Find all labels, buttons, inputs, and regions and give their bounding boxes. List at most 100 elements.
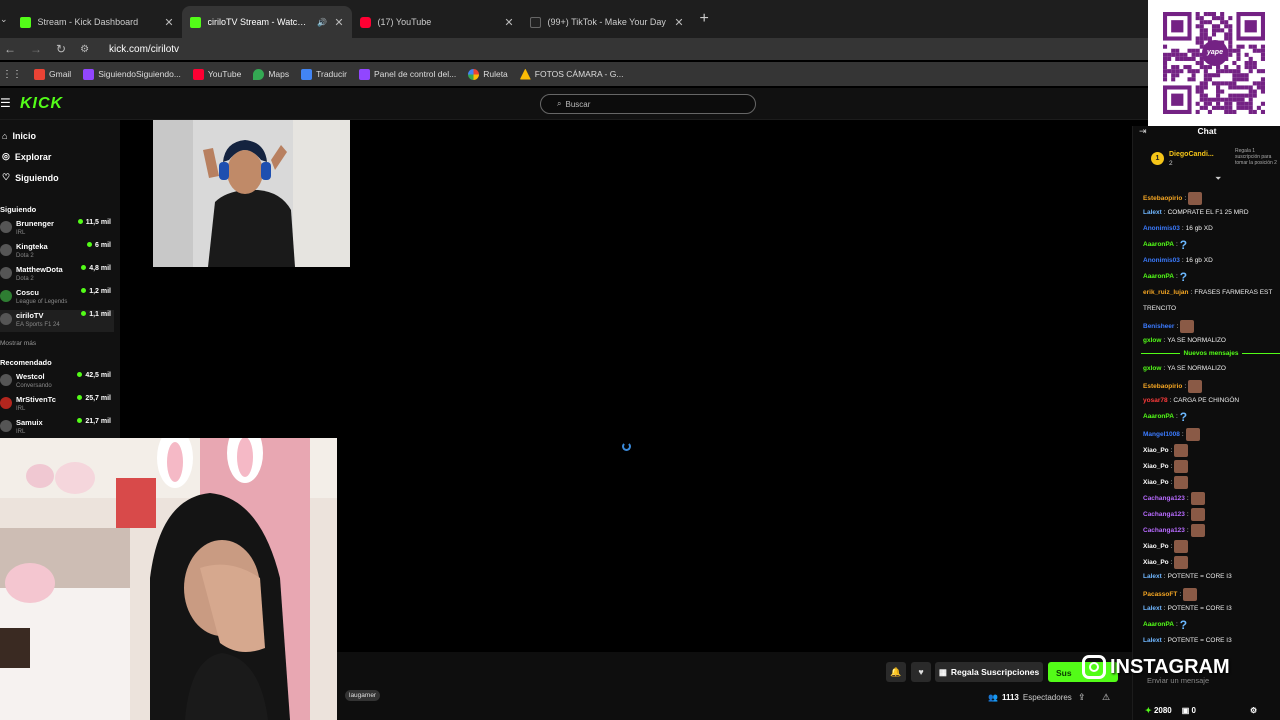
channel-matthewdota[interactable]: MatthewDota Dota 2 4,8 mil [0, 264, 114, 286]
audio-playing-icon[interactable]: 🔊 [317, 18, 327, 27]
chat-username[interactable]: Cachanga123 [1143, 510, 1185, 520]
other-display[interactable]: ▣ 0 [1182, 706, 1196, 715]
chat-username[interactable]: AaaronPA [1143, 412, 1174, 422]
chat-username[interactable]: Estebaopirio [1143, 194, 1182, 204]
apps-grid-icon[interactable]: ⋮⋮ [2, 69, 22, 80]
channel-westcol[interactable]: Westcol Conversando 42,5 mil [0, 371, 114, 393]
report-warning-icon[interactable]: ⚠ [1102, 692, 1110, 703]
gift-subs-button[interactable]: ▦ Regala Suscripciones [935, 662, 1043, 682]
close-tab-icon[interactable]: ✕ [674, 16, 683, 29]
chat-username[interactable]: AaaronPA [1143, 272, 1174, 282]
hamburger-menu-icon[interactable]: ☰ [0, 96, 11, 110]
chat-username[interactable]: gxlow [1143, 364, 1161, 374]
close-tab-icon[interactable]: ✕ [334, 16, 343, 29]
chat-username[interactable]: Xiao_Po [1143, 478, 1169, 488]
bookmark-gmail[interactable]: Gmail [34, 68, 71, 80]
chat-username[interactable]: Lalext [1143, 636, 1162, 646]
bookmark-maps[interactable]: Maps [253, 68, 289, 80]
tab-kick-dashboard[interactable]: Stream - Kick Dashboard ✕ [12, 6, 182, 38]
bookmark-ruleta[interactable]: Ruleta [468, 68, 508, 80]
stream-tag[interactable]: laugamer [345, 690, 381, 701]
nav-siguiendo[interactable]: ♡ Siguiendo [2, 172, 59, 183]
channel-brunenger[interactable]: Brunenger IRL 11,5 mil [0, 218, 114, 240]
chat-username[interactable]: Estebaopirio [1143, 382, 1182, 392]
qr-module [1175, 65, 1180, 70]
search-input[interactable]: ⌕ Buscar [540, 94, 756, 114]
close-tab-icon[interactable]: ✕ [164, 16, 173, 29]
nav-explorar[interactable]: ◎ Explorar [2, 151, 51, 162]
chat-colon: : [1169, 397, 1172, 404]
chat-username[interactable]: Benisheer [1143, 322, 1174, 332]
qr-module [1199, 16, 1204, 21]
compass-icon: ◎ [2, 151, 10, 161]
bookmark-traducir[interactable]: Traducir [301, 68, 347, 80]
site-info-icon[interactable]: ⚙ [80, 44, 89, 55]
bookmark-fotos[interactable]: FOTOS CÁMARA - G... [519, 68, 623, 80]
chat-username[interactable]: Xiao_Po [1143, 558, 1169, 568]
channel-cirilotv[interactable]: ciriloTV EA Sports F1 24 1,1 mil [0, 310, 114, 332]
qr-module [1248, 93, 1253, 98]
chat-username[interactable]: Mangel1008 [1143, 430, 1180, 440]
chat-username[interactable]: Cachanga123 [1143, 494, 1185, 504]
maps-pin-icon [253, 68, 265, 80]
chat-username[interactable]: AaaronPA [1143, 240, 1174, 250]
chat-username[interactable]: erik_ruiz_lujan [1143, 288, 1189, 298]
bookmark-panel[interactable]: Panel de control del... [358, 68, 456, 80]
bookmark-siguiendo[interactable]: SiguiendoSiguiendo... [83, 68, 181, 80]
url-field[interactable]: kick.com/cirilotv [109, 44, 179, 55]
tab-search-chevron-icon[interactable]: ⌄ [0, 14, 12, 25]
gifter-name[interactable]: DiegoCandi... [1169, 151, 1214, 158]
channel-samuix[interactable]: Samuix IRL 21,7 mil [0, 417, 114, 439]
new-tab-plus-icon[interactable]: + [700, 10, 709, 28]
qr-module [1191, 52, 1196, 57]
channel-kingteka[interactable]: Kingteka Dota 2 6 mil [0, 241, 114, 263]
chat-username[interactable]: gxlow [1143, 336, 1161, 346]
reload-icon[interactable]: ↻ [56, 42, 66, 56]
qr-module [1228, 81, 1233, 86]
chat-colon: : [1184, 194, 1187, 202]
forward-arrow-icon[interactable]: → [30, 42, 42, 56]
qr-module [1260, 77, 1265, 82]
chat-username[interactable]: Cachanga123 [1143, 526, 1185, 536]
qr-module [1195, 36, 1200, 41]
chat-username[interactable]: Anonimis03 [1143, 224, 1180, 234]
chat-settings-icon[interactable]: ⚙ [1250, 706, 1257, 715]
tab-cirilotv[interactable]: ciriloTV Stream - Watch Live 🔊 ✕ [181, 6, 352, 38]
drive-icon [519, 68, 531, 80]
show-more-link[interactable]: Mostrar más [0, 340, 36, 347]
chat-username[interactable]: Lalext [1143, 208, 1162, 218]
chat-username[interactable]: Xiao_Po [1143, 542, 1169, 552]
qr-module [1240, 105, 1245, 110]
chat-username[interactable]: Xiao_Po [1143, 462, 1169, 472]
viewer-count: 21,7 mil [77, 418, 111, 425]
chat-text: FRASES FARMERAS EST [1194, 289, 1273, 296]
expand-leaderboard-icon[interactable]: ⏷ [1215, 174, 1221, 184]
chat-username[interactable]: Lalext [1143, 572, 1162, 582]
chat-username[interactable]: PacassoFT [1143, 590, 1177, 600]
bookmark-youtube[interactable]: YouTube [192, 68, 241, 80]
instagram-label: INSTAGRAM [1110, 655, 1230, 678]
tab-tiktok[interactable]: (99+) TikTok - Make Your Day ✕ [522, 6, 692, 38]
face-emote-icon [1174, 556, 1189, 569]
chat-username[interactable]: AaaronPA [1143, 620, 1174, 630]
qr-module [1171, 73, 1176, 78]
channel-mrstiventc[interactable]: MrStivenTc IRL 25,7 mil [0, 394, 114, 416]
chat-username[interactable]: Anonimis03 [1143, 256, 1180, 266]
chat-username[interactable]: Lalext [1143, 604, 1162, 614]
chat-username[interactable]: Xiao_Po [1143, 446, 1169, 456]
notification-bell-icon[interactable]: 🔔 [886, 662, 906, 682]
follow-heart-icon[interactable]: ♥ [911, 662, 931, 682]
share-icon[interactable]: ⇪ [1078, 692, 1086, 703]
points-display[interactable]: ✦ 2080 [1145, 706, 1172, 715]
instagram-icon [1082, 655, 1106, 679]
close-tab-icon[interactable]: ✕ [504, 16, 513, 29]
kick-logo[interactable]: KICK [20, 95, 63, 113]
tab-youtube[interactable]: (17) YouTube ✕ [352, 6, 522, 38]
nav-inicio[interactable]: ⌂ Inicio [2, 131, 36, 141]
back-arrow-icon[interactable]: ← [4, 42, 16, 56]
chat-text: POTENTE = CORE I3 [1167, 573, 1232, 580]
channel-coscu[interactable]: Coscu League of Legends 1,2 mil [0, 287, 114, 309]
qr-module [1228, 52, 1233, 57]
qr-module [1163, 60, 1168, 66]
chat-username[interactable]: yosar78 [1143, 396, 1168, 406]
